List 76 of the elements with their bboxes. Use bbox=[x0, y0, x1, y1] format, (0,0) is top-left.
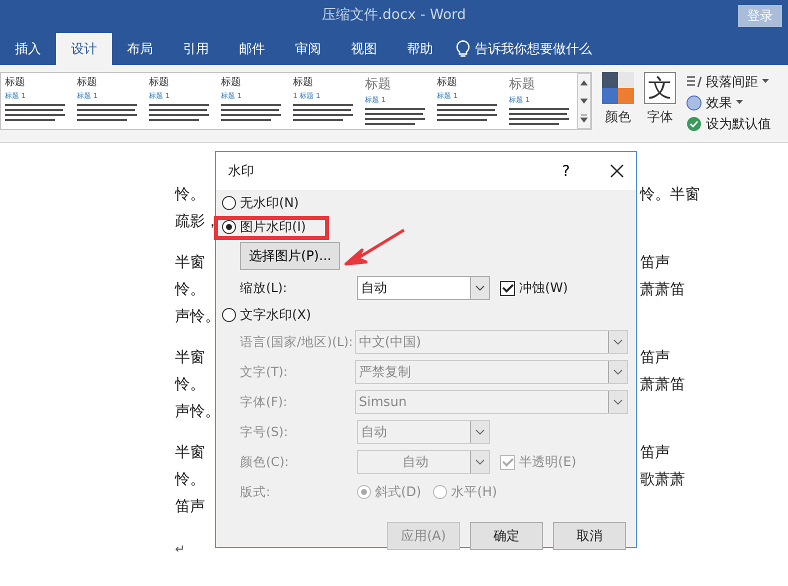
chevron-down-icon bbox=[475, 285, 485, 291]
ribbon-tab[interactable]: 帮助 bbox=[392, 33, 448, 65]
body-text: 笛声 bbox=[640, 443, 670, 462]
body-text: 疏影， bbox=[175, 212, 220, 231]
field-label: 语言(国家/地区)(L): bbox=[240, 334, 354, 350]
body-text: 怜。 bbox=[175, 280, 205, 299]
thumbnail-title: 标题 bbox=[221, 76, 242, 89]
thumbnail-title: 标题 bbox=[437, 76, 458, 89]
body-text: 怜。 bbox=[175, 185, 205, 204]
chevron-down-icon bbox=[475, 459, 485, 465]
dialog-button[interactable]: 取消 bbox=[553, 522, 626, 550]
ribbon-tab[interactable]: 插入 bbox=[0, 33, 56, 65]
field-label: 文字(T): bbox=[240, 364, 289, 380]
arrow-annotation bbox=[344, 228, 406, 268]
effects-button[interactable]: 效果 bbox=[686, 93, 771, 112]
body-text: 萧萧笛 bbox=[640, 280, 685, 299]
body-text: 笛声 bbox=[175, 497, 205, 516]
field-label: 颜色(C): bbox=[240, 454, 290, 470]
ribbon-tab[interactable]: 邮件 bbox=[224, 33, 280, 65]
body-text: 声怜。 bbox=[175, 402, 220, 421]
color-swatches-icon bbox=[602, 72, 634, 104]
text-lines-drawing bbox=[509, 107, 571, 127]
field-label: 版式: bbox=[240, 484, 272, 500]
body-text: 声怜。 bbox=[175, 307, 220, 326]
body-text: 半窗 bbox=[175, 443, 205, 462]
radio-option[interactable]: 无水印(N) bbox=[222, 194, 628, 212]
body-text: 怜。 bbox=[175, 375, 205, 394]
chevron-down-icon bbox=[613, 339, 623, 345]
field-label: 字号(S): bbox=[240, 424, 289, 440]
thumbnail-title: 标题 bbox=[5, 76, 26, 89]
thumbnail-title: 标题 bbox=[509, 76, 536, 93]
body-text: 怜。 bbox=[175, 470, 205, 489]
body-text: 笛声 bbox=[640, 253, 670, 272]
body-text: 半窗 bbox=[175, 253, 205, 272]
chevron-down-icon bbox=[613, 369, 623, 375]
paragraph-mark: ↵ bbox=[175, 542, 186, 556]
text-lines-drawing bbox=[365, 107, 427, 127]
body-text: 笛声 bbox=[640, 348, 670, 367]
tell-me-search[interactable]: 告诉我你想要做什么 bbox=[448, 33, 600, 65]
radio-option[interactable]: 图片水印(I) bbox=[222, 218, 628, 236]
washout-checkbox[interactable]: 冲蚀(W) bbox=[500, 279, 568, 297]
paragraph-spacing-button[interactable]: 段落间距 bbox=[686, 72, 771, 91]
ribbon-tab[interactable]: 审阅 bbox=[280, 33, 336, 65]
set-default-button[interactable]: 设为默认值 bbox=[686, 114, 771, 133]
help-button[interactable]: ? bbox=[556, 161, 576, 181]
window-title: 压缩文件.docx - Word bbox=[322, 6, 466, 24]
select-picture-button[interactable]: 选择图片(P)... bbox=[240, 242, 340, 270]
thumbnail-title: 标题 bbox=[77, 76, 98, 89]
ribbon-tab[interactable]: 设计 bbox=[56, 33, 112, 65]
checkmark-icon bbox=[686, 116, 702, 132]
ribbon-tab[interactable]: 布局 bbox=[112, 33, 168, 65]
close-icon[interactable] bbox=[610, 164, 624, 178]
thumbnail-title: 标题 bbox=[365, 76, 392, 93]
dialog-button[interactable]: 确定 bbox=[470, 522, 543, 550]
paragraph-spacing-icon bbox=[686, 74, 702, 90]
dialog-title: 水印 bbox=[228, 163, 255, 180]
ribbon-tab[interactable]: 视图 bbox=[336, 33, 392, 65]
colors-button[interactable]: 颜色 bbox=[602, 72, 634, 126]
caret-icon bbox=[736, 100, 743, 105]
scale-dropdown[interactable]: 自动 bbox=[357, 276, 490, 300]
body-text: 半窗 bbox=[175, 348, 205, 367]
body-text: 萧萧笛 bbox=[640, 375, 685, 394]
body-text: 怜。半窗 bbox=[640, 185, 700, 204]
chevron-down-icon bbox=[613, 399, 623, 405]
body-text: 歌萧萧 bbox=[640, 470, 685, 489]
lightbulb-icon bbox=[456, 40, 470, 58]
chevron-down-icon bbox=[475, 429, 485, 435]
caret-icon bbox=[762, 79, 769, 84]
ribbon-tab[interactable]: 引用 bbox=[168, 33, 224, 65]
field-label: 字体(F): bbox=[240, 394, 288, 410]
field-label: 缩放(L): bbox=[240, 280, 288, 296]
thumbnail-title: 标题 bbox=[293, 76, 314, 89]
circle-icon bbox=[686, 94, 702, 110]
gallery-scroll-drawing[interactable] bbox=[577, 73, 591, 129]
radio-option[interactable]: 文字水印(X) bbox=[222, 306, 628, 324]
thumbnail-title: 标题 bbox=[149, 76, 170, 89]
